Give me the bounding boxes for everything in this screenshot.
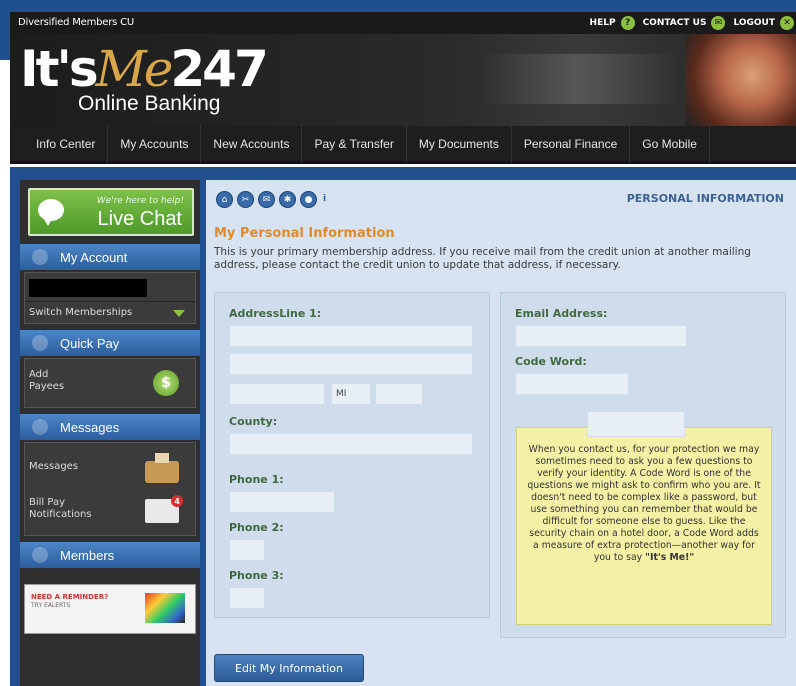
phone1-label: Phone 1: bbox=[229, 473, 284, 486]
utility-links: HELP ? CONTACT US ✉ LOGOUT ✕ bbox=[590, 12, 796, 34]
section-description: This is your primary membership address.… bbox=[214, 246, 751, 271]
utility-bar: Diversified Members CU HELP ? CONTACT US… bbox=[10, 12, 796, 34]
tip-text: When you contact us, for your protection… bbox=[527, 444, 761, 563]
address-panel: AddressLine 1: MI County: Phone 1: Phone… bbox=[214, 292, 490, 618]
quick-pay-icon bbox=[32, 335, 48, 351]
code-word-label: Code Word: bbox=[515, 355, 587, 368]
account-icon bbox=[32, 249, 48, 265]
phone1-field bbox=[229, 491, 335, 513]
chat-label: Live Chat bbox=[97, 208, 183, 230]
chevron-down-icon bbox=[173, 310, 185, 317]
mail-icon[interactable]: ✉ bbox=[258, 191, 275, 208]
header-banner: It'sMe247 Online Banking bbox=[10, 34, 796, 126]
logout-icon: ✕ bbox=[780, 16, 794, 30]
my-account-label: My Account bbox=[60, 249, 128, 265]
members-icon bbox=[32, 547, 48, 563]
logo-247: 247 bbox=[170, 40, 268, 98]
nav-new-accounts[interactable]: New Accounts bbox=[201, 124, 303, 163]
dollar-icon: $ bbox=[153, 370, 179, 396]
redacted-account bbox=[29, 279, 147, 297]
contact-us-label: CONTACT US bbox=[642, 18, 707, 28]
edit-my-information-button[interactable]: Edit My Information bbox=[214, 654, 364, 682]
header-decoration bbox=[480, 54, 680, 104]
county-field bbox=[229, 433, 473, 455]
phone3-label: Phone 3: bbox=[229, 569, 284, 582]
phone3-field bbox=[229, 587, 265, 609]
county-label: County: bbox=[229, 415, 278, 428]
messages-box: Messages Bill Pay Notifications 4 bbox=[24, 442, 196, 536]
members-head-label: Members bbox=[60, 547, 115, 563]
logo-wordmark: It'sMe247 bbox=[20, 44, 269, 94]
city-field bbox=[229, 383, 325, 405]
code-word-field bbox=[515, 373, 629, 395]
section-title: My Personal Information bbox=[214, 226, 395, 241]
email-field bbox=[515, 325, 687, 347]
state-field: MI bbox=[331, 383, 371, 405]
brand-logo[interactable]: It'sMe247 Online Banking bbox=[20, 44, 269, 116]
sidebar-head-messages[interactable]: Messages bbox=[20, 414, 200, 440]
page-title: PERSONAL INFORMATION bbox=[626, 192, 784, 205]
email-label: Email Address: bbox=[515, 307, 608, 320]
help-label: HELP bbox=[589, 18, 616, 28]
nav-my-accounts[interactable]: My Accounts bbox=[108, 124, 202, 163]
toolbar-icons: ⌂ ✂ ✉ ✱ ● i bbox=[216, 191, 335, 208]
help-icon: ? bbox=[620, 16, 635, 30]
member-name: Diversified Members CU bbox=[18, 17, 135, 28]
logout-link[interactable]: LOGOUT ✕ bbox=[733, 16, 794, 30]
tools-icon[interactable]: ✂ bbox=[237, 191, 254, 208]
chat-helper-text: We're here to help! bbox=[96, 196, 184, 206]
live-chat-button[interactable]: We're here to help! Live Chat bbox=[28, 188, 194, 236]
zip-field bbox=[375, 383, 423, 405]
promo-subtitle: TRY EALERTS bbox=[31, 602, 71, 609]
nav-my-documents[interactable]: My Documents bbox=[407, 124, 512, 163]
chat-bubble-icon bbox=[38, 199, 64, 226]
address-line-2-field bbox=[229, 353, 473, 375]
nav-personal-finance[interactable]: Personal Finance bbox=[512, 124, 631, 163]
switch-memberships-label: Switch Memberships bbox=[29, 307, 133, 318]
contact-us-link[interactable]: CONTACT US ✉ bbox=[643, 16, 726, 30]
add-payees-item[interactable]: Add Payees $ bbox=[24, 358, 196, 408]
settings-icon[interactable]: ✱ bbox=[279, 191, 296, 208]
notification-badge: 4 bbox=[171, 495, 183, 507]
switch-memberships-dropdown[interactable]: Switch Memberships bbox=[25, 301, 195, 323]
inbox-icon bbox=[145, 453, 179, 483]
logo-me: Me bbox=[95, 40, 174, 98]
nav-pay-transfer[interactable]: Pay & Transfer bbox=[302, 124, 407, 163]
envelope-icon bbox=[32, 419, 48, 435]
tip-emphasis: "It's Me!" bbox=[645, 552, 695, 563]
phone2-label: Phone 2: bbox=[229, 521, 284, 534]
help-link[interactable]: HELP ? bbox=[590, 16, 635, 30]
mail-icon: ✉ bbox=[711, 16, 726, 30]
sidebar-head-my-account[interactable]: My Account bbox=[20, 244, 200, 270]
nav-info-center[interactable]: Info Center bbox=[10, 124, 109, 163]
address-line-1-field bbox=[229, 325, 473, 347]
home-icon[interactable]: ⌂ bbox=[216, 191, 233, 208]
ealerts-promo[interactable]: NEED A REMINDER? TRY EALERTS bbox=[24, 584, 196, 634]
header-photo bbox=[686, 34, 796, 126]
code-word-hint-field bbox=[587, 411, 685, 437]
laptop-image bbox=[145, 593, 185, 623]
bill-pay-notifications-item[interactable]: Bill Pay Notifications bbox=[29, 497, 92, 521]
quick-pay-label: Quick Pay bbox=[60, 335, 120, 351]
add-payees-label: Add Payees bbox=[29, 369, 65, 392]
messages-item[interactable]: Messages bbox=[29, 461, 78, 473]
sidebar: We're here to help! Live Chat My Account… bbox=[20, 180, 200, 686]
promo-title: NEED A REMINDER? bbox=[31, 593, 109, 601]
info-icon[interactable]: i bbox=[323, 194, 335, 206]
sidebar-head-members[interactable]: Members bbox=[20, 542, 200, 568]
address-line-label: AddressLine 1: bbox=[229, 307, 322, 320]
main-content: ⌂ ✂ ✉ ✱ ● i PERSONAL INFORMATION My Pers… bbox=[206, 180, 796, 686]
my-account-box: Switch Memberships bbox=[24, 272, 196, 324]
messages-head-label: Messages bbox=[60, 419, 120, 435]
logout-label: LOGOUT bbox=[733, 18, 775, 28]
logo-its: It's bbox=[20, 40, 99, 98]
nav-go-mobile[interactable]: Go Mobile bbox=[630, 124, 710, 163]
code-word-tip: When you contact us, for your protection… bbox=[516, 427, 772, 625]
profile-icon[interactable]: ● bbox=[300, 191, 317, 208]
sidebar-head-quick-pay[interactable]: Quick Pay bbox=[20, 330, 200, 356]
phone2-field bbox=[229, 539, 265, 561]
main-nav: Info Center My Accounts New Accounts Pay… bbox=[10, 124, 796, 164]
